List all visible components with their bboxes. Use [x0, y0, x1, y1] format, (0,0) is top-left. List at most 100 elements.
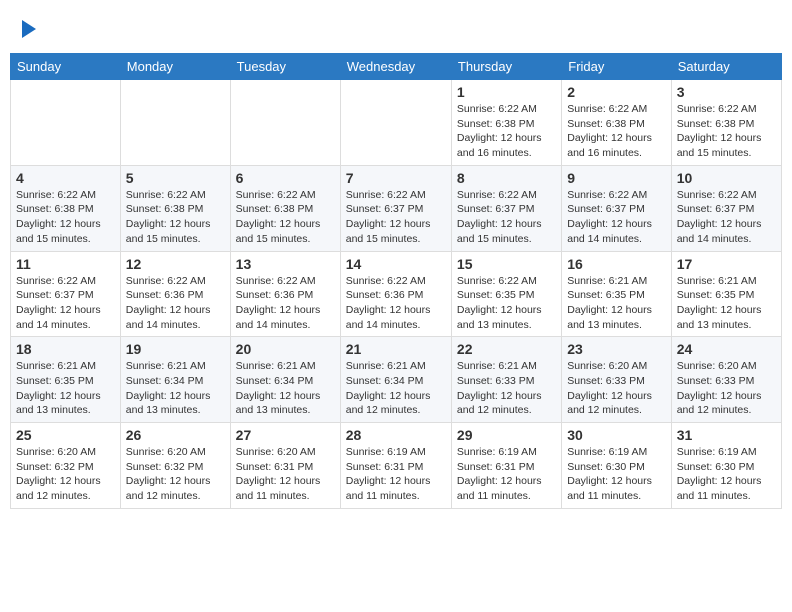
header: [10, 10, 782, 47]
day-number: 14: [346, 256, 446, 272]
calendar-cell: 19 Sunrise: 6:21 AM Sunset: 6:34 PM Dayli…: [120, 337, 230, 423]
day-info: Sunrise: 6:19 AM Sunset: 6:30 PM Dayligh…: [677, 445, 776, 504]
weekday-header-sunday: Sunday: [11, 54, 121, 80]
day-number: 2: [567, 84, 665, 100]
calendar-cell: 14 Sunrise: 6:22 AM Sunset: 6:36 PM Dayli…: [340, 251, 451, 337]
day-number: 25: [16, 427, 115, 443]
day-number: 29: [457, 427, 556, 443]
weekday-header-monday: Monday: [120, 54, 230, 80]
day-info: Sunrise: 6:21 AM Sunset: 6:33 PM Dayligh…: [457, 359, 556, 418]
weekday-header-friday: Friday: [562, 54, 671, 80]
calendar-cell: 8 Sunrise: 6:22 AM Sunset: 6:37 PM Daylig…: [451, 165, 561, 251]
day-info: Sunrise: 6:22 AM Sunset: 6:38 PM Dayligh…: [126, 188, 225, 247]
day-number: 6: [236, 170, 335, 186]
day-info: Sunrise: 6:19 AM Sunset: 6:31 PM Dayligh…: [457, 445, 556, 504]
day-number: 11: [16, 256, 115, 272]
calendar-cell: 12 Sunrise: 6:22 AM Sunset: 6:36 PM Dayli…: [120, 251, 230, 337]
calendar-cell: [230, 80, 340, 166]
day-number: 5: [126, 170, 225, 186]
day-info: Sunrise: 6:22 AM Sunset: 6:37 PM Dayligh…: [457, 188, 556, 247]
calendar-cell: 21 Sunrise: 6:21 AM Sunset: 6:34 PM Dayli…: [340, 337, 451, 423]
calendar-cell: 10 Sunrise: 6:22 AM Sunset: 6:37 PM Dayli…: [671, 165, 781, 251]
day-number: 28: [346, 427, 446, 443]
calendar-cell: 18 Sunrise: 6:21 AM Sunset: 6:35 PM Dayli…: [11, 337, 121, 423]
day-number: 4: [16, 170, 115, 186]
day-number: 17: [677, 256, 776, 272]
day-info: Sunrise: 6:19 AM Sunset: 6:30 PM Dayligh…: [567, 445, 665, 504]
day-info: Sunrise: 6:21 AM Sunset: 6:34 PM Dayligh…: [126, 359, 225, 418]
calendar-cell: 24Sunrise: 6:20 AM Sunset: 6:33 PM Dayli…: [671, 337, 781, 423]
day-info: Sunrise: 6:22 AM Sunset: 6:36 PM Dayligh…: [236, 274, 335, 333]
day-info: Sunrise: 6:21 AM Sunset: 6:35 PM Dayligh…: [567, 274, 665, 333]
calendar-cell: 9 Sunrise: 6:22 AM Sunset: 6:37 PM Daylig…: [562, 165, 671, 251]
weekday-header-wednesday: Wednesday: [340, 54, 451, 80]
day-info: Sunrise: 6:20 AM Sunset: 6:32 PM Dayligh…: [16, 445, 115, 504]
day-info: Sunrise: 6:22 AM Sunset: 6:38 PM Dayligh…: [457, 102, 556, 161]
calendar-cell: 23 Sunrise: 6:20 AM Sunset: 6:33 PM Dayli…: [562, 337, 671, 423]
day-number: 22: [457, 341, 556, 357]
calendar-cell: 22 Sunrise: 6:21 AM Sunset: 6:33 PM Dayli…: [451, 337, 561, 423]
logo: [20, 18, 36, 43]
day-info: Sunrise: 6:22 AM Sunset: 6:37 PM Dayligh…: [16, 274, 115, 333]
day-number: 9: [567, 170, 665, 186]
day-number: 27: [236, 427, 335, 443]
day-info: Sunrise: 6:22 AM Sunset: 6:36 PM Dayligh…: [126, 274, 225, 333]
day-number: 21: [346, 341, 446, 357]
calendar-cell: 13 Sunrise: 6:22 AM Sunset: 6:36 PM Dayli…: [230, 251, 340, 337]
day-number: 26: [126, 427, 225, 443]
day-number: 12: [126, 256, 225, 272]
day-number: 8: [457, 170, 556, 186]
calendar-table: SundayMondayTuesdayWednesdayThursdayFrid…: [10, 53, 782, 509]
day-info: Sunrise: 6:21 AM Sunset: 6:34 PM Dayligh…: [346, 359, 446, 418]
calendar-cell: [11, 80, 121, 166]
day-number: 23: [567, 341, 665, 357]
calendar-cell: 5 Sunrise: 6:22 AM Sunset: 6:38 PM Daylig…: [120, 165, 230, 251]
day-info: Sunrise: 6:22 AM Sunset: 6:38 PM Dayligh…: [236, 188, 335, 247]
calendar-cell: 20 Sunrise: 6:21 AM Sunset: 6:34 PM Dayli…: [230, 337, 340, 423]
calendar-cell: 30 Sunrise: 6:19 AM Sunset: 6:30 PM Dayli…: [562, 423, 671, 509]
day-info: Sunrise: 6:20 AM Sunset: 6:33 PM Dayligh…: [567, 359, 665, 418]
day-number: 15: [457, 256, 556, 272]
day-info: Sunrise: 6:20 AM Sunset: 6:33 PM Dayligh…: [677, 359, 776, 418]
day-info: Sunrise: 6:22 AM Sunset: 6:37 PM Dayligh…: [567, 188, 665, 247]
day-number: 20: [236, 341, 335, 357]
day-number: 30: [567, 427, 665, 443]
calendar-cell: 27 Sunrise: 6:20 AM Sunset: 6:31 PM Dayli…: [230, 423, 340, 509]
calendar-cell: 16 Sunrise: 6:21 AM Sunset: 6:35 PM Dayli…: [562, 251, 671, 337]
calendar-cell: [340, 80, 451, 166]
weekday-header-saturday: Saturday: [671, 54, 781, 80]
day-info: Sunrise: 6:20 AM Sunset: 6:32 PM Dayligh…: [126, 445, 225, 504]
day-info: Sunrise: 6:22 AM Sunset: 6:37 PM Dayligh…: [346, 188, 446, 247]
day-info: Sunrise: 6:22 AM Sunset: 6:38 PM Dayligh…: [677, 102, 776, 161]
weekday-header-thursday: Thursday: [451, 54, 561, 80]
day-info: Sunrise: 6:21 AM Sunset: 6:35 PM Dayligh…: [677, 274, 776, 333]
day-info: Sunrise: 6:21 AM Sunset: 6:35 PM Dayligh…: [16, 359, 115, 418]
day-info: Sunrise: 6:22 AM Sunset: 6:38 PM Dayligh…: [567, 102, 665, 161]
day-number: 3: [677, 84, 776, 100]
calendar-cell: 26 Sunrise: 6:20 AM Sunset: 6:32 PM Dayli…: [120, 423, 230, 509]
calendar-cell: 17 Sunrise: 6:21 AM Sunset: 6:35 PM Dayli…: [671, 251, 781, 337]
calendar-cell: 4Sunrise: 6:22 AM Sunset: 6:38 PM Daylig…: [11, 165, 121, 251]
calendar-cell: 29 Sunrise: 6:19 AM Sunset: 6:31 PM Dayli…: [451, 423, 561, 509]
day-info: Sunrise: 6:19 AM Sunset: 6:31 PM Dayligh…: [346, 445, 446, 504]
day-number: 13: [236, 256, 335, 272]
calendar-cell: 7Sunrise: 6:22 AM Sunset: 6:37 PM Daylig…: [340, 165, 451, 251]
day-number: 31: [677, 427, 776, 443]
calendar-cell: 6 Sunrise: 6:22 AM Sunset: 6:38 PM Daylig…: [230, 165, 340, 251]
calendar-cell: 25 Sunrise: 6:20 AM Sunset: 6:32 PM Dayli…: [11, 423, 121, 509]
day-number: 16: [567, 256, 665, 272]
calendar-cell: 31 Sunrise: 6:19 AM Sunset: 6:30 PM Dayli…: [671, 423, 781, 509]
day-info: Sunrise: 6:22 AM Sunset: 6:36 PM Dayligh…: [346, 274, 446, 333]
day-info: Sunrise: 6:20 AM Sunset: 6:31 PM Dayligh…: [236, 445, 335, 504]
calendar-cell: 2 Sunrise: 6:22 AM Sunset: 6:38 PM Daylig…: [562, 80, 671, 166]
calendar-cell: 3 Sunrise: 6:22 AM Sunset: 6:38 PM Daylig…: [671, 80, 781, 166]
day-number: 19: [126, 341, 225, 357]
day-info: Sunrise: 6:22 AM Sunset: 6:35 PM Dayligh…: [457, 274, 556, 333]
calendar-cell: 15 Sunrise: 6:22 AM Sunset: 6:35 PM Dayli…: [451, 251, 561, 337]
weekday-header-tuesday: Tuesday: [230, 54, 340, 80]
day-number: 10: [677, 170, 776, 186]
day-number: 18: [16, 341, 115, 357]
calendar-cell: [120, 80, 230, 166]
day-info: Sunrise: 6:22 AM Sunset: 6:37 PM Dayligh…: [677, 188, 776, 247]
day-info: Sunrise: 6:21 AM Sunset: 6:34 PM Dayligh…: [236, 359, 335, 418]
